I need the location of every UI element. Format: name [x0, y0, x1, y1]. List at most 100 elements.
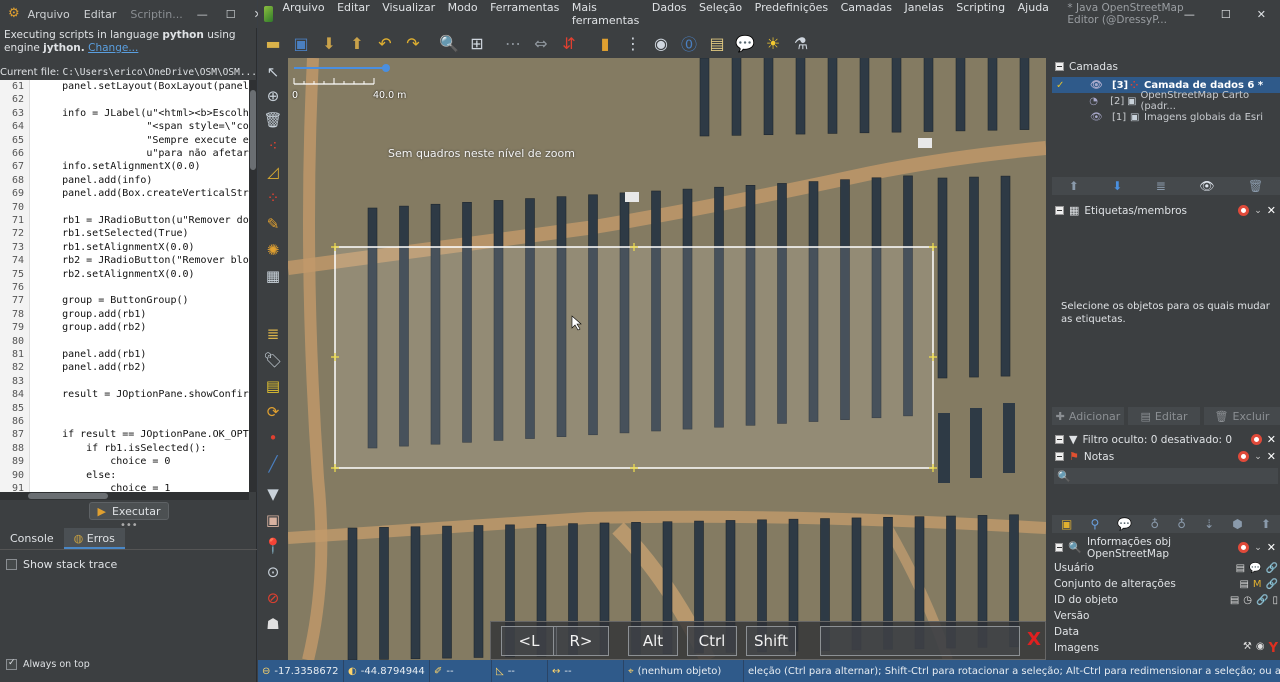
no-entry-icon[interactable]: ⊘	[261, 586, 285, 610]
layers-icon[interactable]: ≣	[261, 322, 285, 346]
combine-way-icon[interactable]: ⇔	[528, 30, 554, 56]
help-icon[interactable]	[1238, 205, 1250, 216]
tool-icon[interactable]: ⚒	[1243, 641, 1252, 656]
split-way-icon[interactable]: ⋯	[500, 30, 526, 56]
merge-icon[interactable]: ≣	[1156, 179, 1166, 193]
show-stack-trace[interactable]: Show stack trace	[6, 558, 117, 571]
sort-icon[interactable]: ⇣	[1204, 517, 1214, 531]
script-menu-editar[interactable]: Editar	[84, 8, 117, 21]
close-overlay-icon[interactable]: X	[1027, 629, 1041, 650]
delete-layer-icon[interactable]: 🗑	[1248, 179, 1263, 193]
mask-icon[interactable]: ☗	[261, 612, 285, 636]
layer-row[interactable]: 👁 [1] ▣ Imagens globais da Esri	[1052, 109, 1280, 125]
visibility-eye-icon[interactable]: 👁	[1090, 80, 1112, 91]
zoom-to-layer-icon[interactable]: ⊞	[464, 30, 490, 56]
minimize-icon[interactable]: —	[197, 8, 208, 21]
info-panel-header[interactable]: 🔍 Informações obj OpenStreetMap ⌄ ✕	[1052, 536, 1280, 560]
menu-1[interactable]: Editar	[337, 1, 370, 27]
collapse-icon[interactable]	[1055, 62, 1064, 71]
achavi-icon[interactable]: M	[1253, 579, 1262, 590]
building-icon[interactable]: ▦	[261, 264, 285, 288]
link-icon[interactable]: 🔗	[1266, 579, 1278, 590]
script-menu-arquivo[interactable]: Arquivo	[28, 8, 70, 21]
link-icon[interactable]: 🔗	[1256, 595, 1268, 606]
close-panel-icon[interactable]: ✕	[1267, 433, 1276, 446]
help-icon[interactable]	[1238, 451, 1250, 462]
menu-0[interactable]: Arquivo	[283, 1, 325, 27]
note-filter-icon[interactable]: ▣	[1061, 517, 1072, 531]
notepad-icon[interactable]: ▤	[1236, 563, 1245, 574]
save-icon[interactable]: ▣	[288, 30, 314, 56]
minimize-panel-icon[interactable]: ⌄	[1254, 452, 1262, 462]
menu-11[interactable]: Scripting	[956, 1, 1005, 27]
reverse-way-icon[interactable]: ⇵	[556, 30, 582, 56]
layer-row[interactable]: ◔ [2] ▣ OpenStreetMap Carto (padr...	[1052, 90, 1280, 112]
open-file-icon[interactable]: ▬	[260, 30, 286, 56]
info-icon[interactable]: ▯	[1272, 595, 1278, 606]
speech-bubble-icon[interactable]: 💬	[1249, 563, 1261, 574]
change-engine-link[interactable]: Change...	[88, 42, 138, 54]
move-up-icon[interactable]: ⬆	[1261, 517, 1271, 531]
add-note-icon[interactable]: ⚲	[1090, 517, 1099, 531]
collapse-icon[interactable]	[1055, 452, 1064, 461]
sun-icon[interactable]: ☀	[760, 30, 786, 56]
menu-7[interactable]: Seleção	[699, 1, 742, 27]
menu-5[interactable]: Mais ferramentas	[572, 1, 639, 27]
move-up-icon[interactable]: ⬆	[1069, 179, 1079, 193]
expand-icon[interactable]	[1055, 435, 1064, 444]
collapse-icon[interactable]	[1055, 543, 1064, 552]
menu-6[interactable]: Dados	[652, 1, 687, 27]
zoom-icon[interactable]: 🔍	[436, 30, 462, 56]
close-panel-icon[interactable]: ✕	[1267, 204, 1276, 217]
notepad-icon[interactable]: ▤	[1239, 579, 1248, 590]
tab-console[interactable]: Console	[0, 528, 64, 549]
run-button[interactable]: ▶ Executar	[89, 502, 169, 520]
upload-note-icon[interactable]: ⬢	[1232, 517, 1242, 531]
flask-icon[interactable]: ⚗	[788, 30, 814, 56]
id-icon[interactable]: ⓪	[676, 30, 702, 56]
edit-tag-button[interactable]: ▤ Editar	[1128, 407, 1200, 425]
globe-icon[interactable]: ◉	[1256, 641, 1265, 656]
menu-3[interactable]: Modo	[448, 1, 478, 27]
dotted-line-icon[interactable]: ⋮	[620, 30, 646, 56]
minimize-icon[interactable]: —	[1184, 8, 1195, 21]
maximize-icon[interactable]: ☐	[1221, 8, 1231, 21]
menu-2[interactable]: Visualizar	[382, 1, 435, 27]
script-menu-scripting[interactable]: Scriptin...	[130, 8, 182, 21]
pencil-icon[interactable]: ✎	[261, 212, 285, 236]
notes-panel-header[interactable]: ⚑ Notas ⌄ ✕	[1052, 448, 1280, 465]
menu-10[interactable]: Janelas	[904, 1, 943, 27]
add-tag-button[interactable]: ✚ Adicionar	[1052, 407, 1124, 425]
always-on-top[interactable]: Always on top	[6, 659, 90, 670]
layers-panel-header[interactable]: Camadas	[1052, 58, 1280, 75]
reopen-note-icon[interactable]: ♁	[1177, 517, 1186, 531]
parallel-icon[interactable]: ✺	[261, 238, 285, 262]
editor-vertical-scrollbar[interactable]	[249, 80, 257, 492]
move-down-icon[interactable]: ⬇	[1112, 179, 1122, 193]
angle-icon[interactable]: ◿	[261, 160, 285, 184]
pin-icon[interactable]: 📍	[261, 534, 285, 558]
improve-way-icon[interactable]: ⁘	[261, 186, 285, 210]
maximize-icon[interactable]: ☐	[226, 8, 236, 21]
undo-icon[interactable]: ↶	[372, 30, 398, 56]
notes-search-input[interactable]: 🔍	[1054, 468, 1278, 484]
notepad-icon[interactable]: ▤	[1230, 595, 1239, 606]
menu-8[interactable]: Predefinições	[755, 1, 828, 27]
link-icon[interactable]: 🔗	[1266, 563, 1278, 574]
show-stack-trace-checkbox[interactable]	[6, 559, 17, 570]
speech-bubble-icon[interactable]: 💬	[732, 30, 758, 56]
menu-12[interactable]: Ajuda	[1018, 1, 1049, 27]
menu-4[interactable]: Ferramentas	[490, 1, 559, 27]
delete-tag-button[interactable]: 🗑 Excluir	[1204, 407, 1280, 425]
ruler-icon[interactable]: ▮	[592, 30, 618, 56]
upload-icon[interactable]: ⬆	[344, 30, 370, 56]
collapse-icon[interactable]	[1055, 206, 1064, 215]
visibility-eye-icon[interactable]: 👁	[1090, 112, 1112, 123]
close-panel-icon[interactable]: ✕	[1267, 450, 1276, 463]
package-icon[interactable]: ▣	[261, 508, 285, 532]
filter-panel-header[interactable]: ▼ Filtro oculto: 0 desativado: 0 ✕	[1052, 431, 1280, 448]
history-icon[interactable]: ◷	[1243, 595, 1252, 606]
comment-icon[interactable]: 💬	[1117, 517, 1132, 531]
minimize-panel-icon[interactable]: ⌄	[1254, 206, 1262, 216]
download-icon[interactable]: ⬇	[316, 30, 342, 56]
